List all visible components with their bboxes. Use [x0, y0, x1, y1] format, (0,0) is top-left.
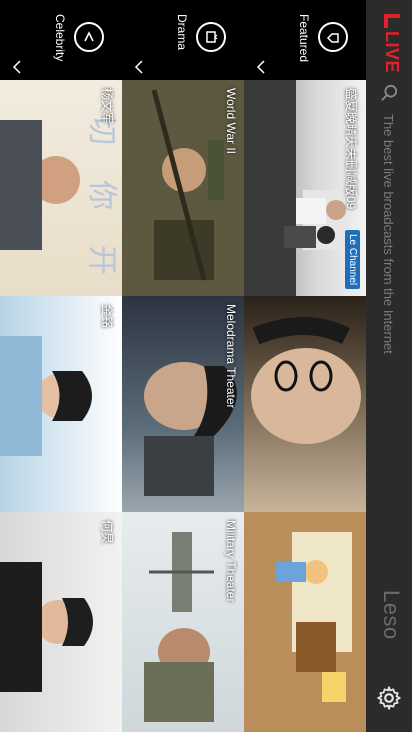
live-logo[interactable]: LIVE — [381, 14, 402, 73]
celebrity-tile-3[interactable]: 何炅 — [0, 512, 122, 732]
v-badge-icon — [74, 22, 104, 52]
sidebar-label: Celebrity — [53, 14, 67, 62]
tile-caption: 金铭 — [100, 304, 114, 329]
sidebar-item-drama[interactable]: Drama — [122, 0, 244, 80]
tv-icon — [196, 22, 226, 52]
logo-text: LIVE — [382, 31, 402, 74]
sidebar-label: Drama — [175, 14, 189, 51]
featured-tile-1[interactable]: 盛夏晚晴天未删减版09 Le Channel — [244, 80, 366, 296]
portrait-thumbnail — [251, 317, 361, 444]
drama-tile-military-theater[interactable]: Military Theater — [122, 512, 244, 732]
le-channel-badge: Le Channel — [345, 230, 360, 290]
chevron-down-icon — [256, 60, 265, 74]
cartoon-thumbnail — [244, 512, 366, 732]
celebrity-tile-1[interactable]: 切 你 开 杨文军 — [0, 80, 122, 296]
tile-caption: 何炅 — [100, 520, 114, 545]
svg-text:开: 开 — [85, 245, 118, 275]
tile-caption: Melodrama Theater — [224, 304, 238, 409]
tile-caption: World War II — [224, 88, 238, 155]
chevron-down-icon — [134, 60, 143, 74]
celebrity-thumbnail — [0, 562, 93, 692]
tag-icon — [318, 22, 348, 52]
drama-tile-world-war-ii[interactable]: World War II — [122, 80, 244, 296]
search-input[interactable] — [380, 112, 398, 596]
featured-tile-3[interactable] — [244, 512, 366, 732]
tile-caption: Military Theater — [224, 520, 238, 603]
drama-tile-melodrama-theater[interactable]: Melodrama Theater — [122, 296, 244, 512]
search-icon[interactable] — [380, 84, 398, 102]
leso-brand-text: Leso — [379, 590, 404, 640]
search-bar[interactable] — [375, 84, 403, 624]
sidebar-item-celebrity[interactable]: Celebrity — [0, 0, 122, 80]
le-logo-icon — [384, 14, 400, 28]
sidebar-label: Featured — [297, 14, 311, 63]
celebrity-tile-2[interactable]: 金铭 — [0, 296, 122, 512]
sidebar-item-featured[interactable]: Featured — [244, 0, 366, 80]
tile-caption: 盛夏晚晴天未删减版09 — [344, 88, 358, 210]
tile-caption: 杨文军 — [100, 88, 114, 125]
chevron-down-icon — [12, 60, 21, 74]
celebrity-thumbnail — [0, 336, 92, 456]
top-bar: LIVE Leso — [366, 0, 412, 732]
svg-text:你: 你 — [85, 180, 118, 210]
featured-tile-2[interactable] — [244, 296, 366, 512]
gear-icon[interactable] — [376, 685, 402, 711]
